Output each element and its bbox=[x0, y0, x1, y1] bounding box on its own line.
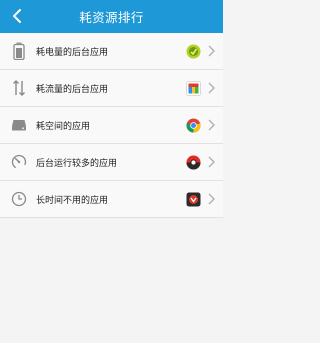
colorful-app-icon bbox=[185, 80, 201, 96]
list-item-label: 耗空间的应用 bbox=[36, 121, 91, 132]
chevron-right-icon bbox=[208, 45, 215, 57]
back-button[interactable] bbox=[7, 6, 27, 26]
title-bar: 耗资源排行 bbox=[0, 0, 223, 33]
green-leaf-app-icon bbox=[185, 43, 201, 59]
red-app-icon bbox=[185, 154, 201, 170]
list-item-storage[interactable]: 耗空间的应用 bbox=[0, 107, 223, 144]
storage-drive-icon bbox=[10, 115, 28, 135]
chevron-right-icon bbox=[208, 119, 215, 131]
list-item-label: 耗流量的后台应用 bbox=[36, 84, 109, 95]
clock-icon bbox=[10, 189, 28, 209]
chevron-right-icon bbox=[208, 156, 215, 168]
list-item-battery[interactable]: 耗电量的后台应用 bbox=[0, 33, 223, 70]
list-item-traffic[interactable]: 耗流量的后台应用 bbox=[0, 70, 223, 107]
dark-app-icon bbox=[185, 191, 201, 207]
list-item-label: 耗电量的后台应用 bbox=[36, 47, 109, 58]
chrome-icon bbox=[185, 117, 201, 133]
page-title: 耗资源排行 bbox=[79, 10, 144, 25]
chevron-right-icon bbox=[208, 193, 215, 205]
list-item-label: 后台运行较多的应用 bbox=[36, 158, 118, 169]
list-item-unused[interactable]: 长时间不用的应用 bbox=[0, 181, 223, 218]
chevron-right-icon bbox=[208, 82, 215, 94]
speedometer-icon bbox=[10, 152, 28, 172]
resource-ranking-list: 耗电量的后台应用 耗流量的后台应用 耗空间的应用 后台运行较多的应用 长时间不用… bbox=[0, 33, 223, 218]
list-item-label: 长时间不用的应用 bbox=[36, 195, 109, 206]
list-item-background[interactable]: 后台运行较多的应用 bbox=[0, 144, 223, 181]
transfer-arrows-icon bbox=[10, 78, 28, 98]
battery-icon bbox=[10, 41, 28, 61]
back-arrow-icon bbox=[13, 9, 21, 23]
